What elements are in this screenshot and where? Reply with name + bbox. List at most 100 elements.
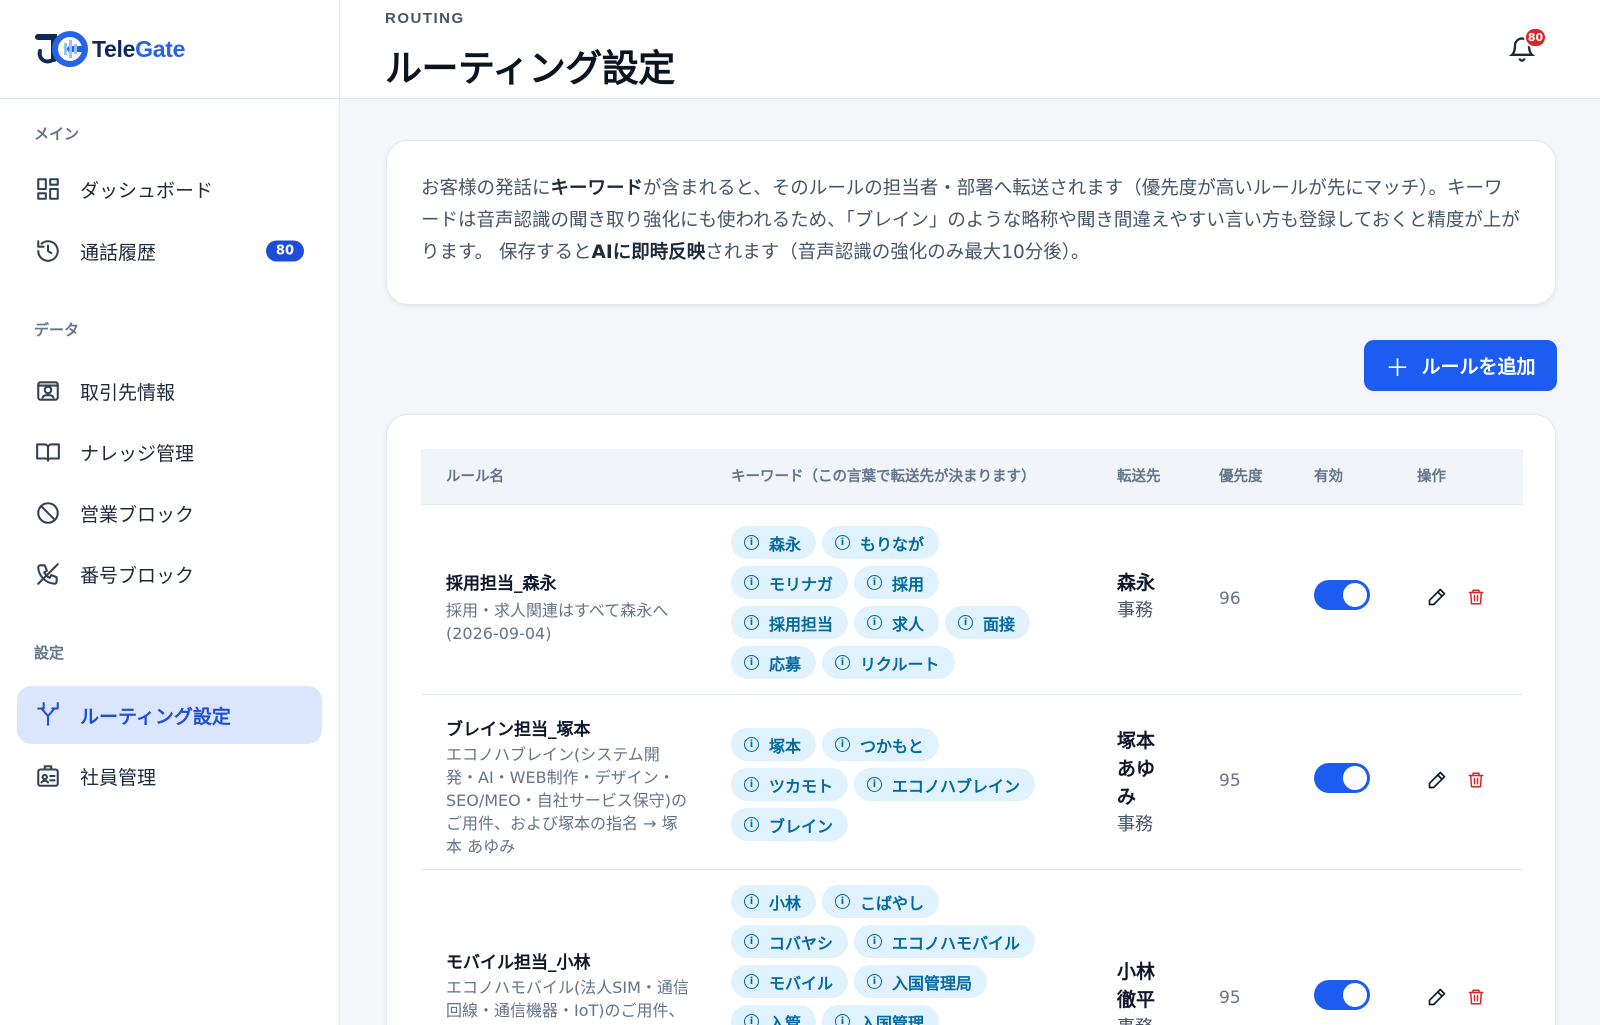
enabled-toggle[interactable] — [1314, 980, 1370, 1010]
info-icon: i — [835, 894, 851, 909]
plus-icon: ＋ — [1385, 354, 1410, 382]
keyword-chip: i 塚本 — [731, 728, 817, 761]
info-icon: i — [744, 894, 759, 909]
keyword-chip: i ブレイン — [731, 808, 849, 841]
destination-department: 事務 — [1117, 814, 1153, 835]
route-icon — [34, 701, 62, 729]
pencil-icon — [1428, 988, 1446, 1006]
info-icon: i — [744, 934, 759, 949]
keyword-chip: i もりなが — [822, 526, 940, 559]
main-nav: メイン ダッシュボード 通話履歴 80 データ 取引先情報 ナレッジ管理 営業ブ… — [0, 124, 339, 805]
logo[interactable]: TeleGate — [0, 0, 339, 99]
sidebar-item-call-history[interactable]: 通話履歴 80 — [17, 222, 322, 280]
keyword-chip: i モリナガ — [731, 566, 849, 599]
keyword-chip: i 応募 — [731, 646, 817, 679]
add-rule-label: ルールを追加 — [1421, 356, 1536, 378]
info-icon: i — [867, 777, 883, 792]
edit-button[interactable] — [1427, 987, 1447, 1007]
table-row: モバイル担当_小林 エコノハモバイル(法人SIM・通信回線・通信機器・IoT)の… — [421, 870, 1523, 1025]
keyword-chip: i 森永 — [731, 526, 817, 559]
destination-department: 事務 — [1117, 1014, 1177, 1025]
sidebar-item-employees[interactable]: 社員管理 — [17, 747, 322, 805]
toggle-knob — [1343, 766, 1367, 790]
sidebar-item-sales-block[interactable]: 営業ブロック — [17, 484, 322, 542]
info-icon: i — [744, 974, 759, 989]
keyword-chip: i モバイル — [731, 965, 849, 998]
destination-name: 小林徹平 — [1117, 961, 1156, 1011]
id-badge-icon — [34, 762, 62, 790]
table-row: ブレイン担当_塚本 エコノハブレイン(システム開発・AI・WEB制作・デザイン・… — [421, 695, 1523, 870]
sidebar-item-clients[interactable]: 取引先情報 — [17, 362, 322, 420]
destination: 塚本あゆみ 事務 — [1117, 727, 1177, 839]
keyword-chip: i つかもと — [822, 728, 939, 761]
keyword-chip: i ツカモト — [731, 768, 849, 801]
keyword-chip: i 小林 — [731, 885, 817, 918]
info-icon: i — [958, 615, 974, 630]
page-title: ルーティング設定 — [385, 47, 675, 90]
info-icon: i — [867, 575, 883, 590]
sidebar-item-label: 取引先情報 — [80, 381, 176, 404]
keyword-chip: i 入国管理局 — [854, 965, 988, 998]
page-header: ROUTING ルーティング設定 80 — [340, 0, 1600, 99]
info-icon: i — [744, 817, 759, 832]
toggle-knob — [1343, 583, 1367, 607]
delete-button[interactable] — [1467, 587, 1487, 607]
enabled-toggle[interactable] — [1314, 580, 1370, 610]
rules-table: ルール名 キーワード（この言葉で転送先が決まります） 転送先 優先度 有効 操作… — [386, 414, 1556, 1025]
sidebar-item-knowledge[interactable]: ナレッジ管理 — [17, 423, 322, 481]
sidebar-item-label: 営業ブロック — [80, 503, 195, 526]
destination: 森永 事務 — [1117, 569, 1177, 625]
enabled-toggle[interactable] — [1314, 763, 1370, 793]
edit-button[interactable] — [1427, 770, 1447, 790]
delete-button[interactable] — [1467, 987, 1487, 1007]
sidebar: TeleGate メイン ダッシュボード 通話履歴 80 データ 取引先情報 ナ… — [0, 0, 340, 1025]
sidebar-item-label: 社員管理 — [80, 766, 157, 789]
info-icon: i — [867, 974, 883, 989]
col-header-name: ルール名 — [446, 469, 504, 485]
info-icon: i — [744, 535, 759, 550]
rule-name: 採用担当_森永 — [446, 574, 557, 594]
sidebar-item-label: ダッシュボード — [80, 179, 214, 202]
call-history-badge: 80 — [265, 240, 304, 262]
col-header-enabled: 有効 — [1314, 469, 1343, 485]
edit-button[interactable] — [1427, 587, 1447, 607]
info-icon: i — [835, 737, 851, 752]
table-header: ルール名 キーワード（この言葉で転送先が決まります） 転送先 優先度 有効 操作 — [421, 449, 1523, 505]
sidebar-item-number-block[interactable]: 番号ブロック — [17, 545, 322, 603]
rule-description: 採用・求人関連はすべて森永へ(2026-09-04) — [446, 601, 669, 643]
destination-name: 森永 — [1117, 572, 1156, 594]
info-icon: i — [867, 934, 883, 949]
col-header-actions: 操作 — [1417, 469, 1446, 485]
info-icon: i — [835, 535, 851, 550]
add-rule-button[interactable]: ＋ ルールを追加 — [1364, 340, 1557, 391]
app-name: TeleGate — [92, 35, 186, 62]
nav-section-main: メイン — [34, 125, 80, 143]
pencil-icon — [1428, 588, 1446, 606]
sidebar-item-routing[interactable]: ルーティング設定 — [17, 686, 322, 744]
dashboard-icon — [34, 175, 62, 203]
info-icon: i — [744, 777, 759, 792]
info-icon: i — [867, 615, 883, 630]
sidebar-item-dashboard[interactable]: ダッシュボード — [17, 160, 322, 218]
routing-info-card: お客様の発話にキーワードが含まれると、そのルールの担当者・部署へ転送されます（優… — [386, 140, 1556, 305]
trash-icon — [1468, 589, 1484, 605]
info-icon: i — [744, 655, 759, 670]
col-header-keywords: キーワード（この言葉で転送先が決まります） — [731, 469, 1036, 485]
rule-name: モバイル担当_小林 — [446, 953, 591, 973]
info-icon: i — [744, 575, 759, 590]
rule-description: エコノハブレイン(システム開発・AI・WEB制作・デザイン・SEO/MEO・自社… — [446, 745, 688, 856]
keyword-chip: i 入管 — [731, 1005, 817, 1025]
rule-description: エコノハモバイル(法人SIM・通信回線・通信機器・IoT)のご用件、および小林の… — [446, 978, 689, 1025]
trash-icon — [1468, 989, 1484, 1005]
routing-info-text: お客様の発話にキーワードが含まれると、そのルールの担当者・部署へ転送されます（優… — [421, 178, 1520, 263]
delete-button[interactable] — [1467, 770, 1487, 790]
keyword-list: i 森永 i もりなが i モリナガ i 採用 i 採用担当 i 求人 i 面接 i 応募 iリ… — [731, 526, 1061, 679]
sidebar-item-label: ナレッジ管理 — [80, 442, 195, 465]
pencil-icon — [1428, 771, 1446, 789]
nav-section-settings: 設定 — [34, 644, 65, 662]
destination: 小林徹平 事務 — [1117, 958, 1177, 1025]
keyword-chip: i 採用担当 — [731, 606, 849, 639]
keyword-chip: i エコノハブレイン — [854, 768, 1036, 801]
keyword-chip: i 採用 — [854, 566, 940, 599]
keyword-chip: i コバヤシ — [731, 925, 849, 958]
